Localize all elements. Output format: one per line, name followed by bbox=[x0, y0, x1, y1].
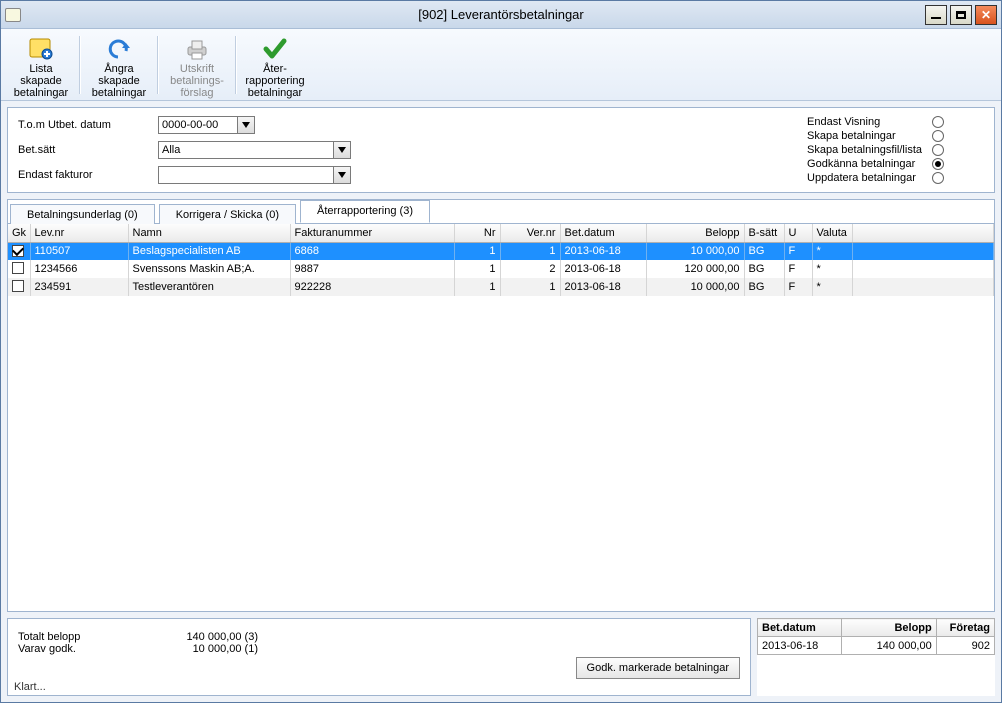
list-payments-button[interactable]: Lista skapade betalningar bbox=[5, 32, 77, 98]
row-checkbox[interactable] bbox=[12, 245, 24, 257]
table-row[interactable]: 110507 Beslagspecialisten AB 6868 1 1 20… bbox=[8, 242, 994, 260]
printer-icon bbox=[183, 37, 211, 61]
toolbar-separator bbox=[157, 36, 159, 94]
payments-table-wrap: Gk Lev.nr Namn Fakturanummer Nr Ver.nr B… bbox=[8, 224, 994, 611]
maximize-button[interactable] bbox=[950, 5, 972, 25]
endast-fakturor-label: Endast fakturor bbox=[18, 169, 158, 181]
option-skapa-fil-label: Skapa betalningsfil/lista bbox=[807, 144, 922, 156]
col-bsatt[interactable]: B-sätt bbox=[744, 224, 784, 242]
col-vernr[interactable]: Ver.nr bbox=[500, 224, 560, 242]
tom-date-input[interactable] bbox=[158, 116, 238, 134]
tab-korrigera[interactable]: Korrigera / Skicka (0) bbox=[159, 204, 296, 224]
betsatt-dropdown-button[interactable] bbox=[333, 141, 351, 159]
col-nr[interactable]: Nr bbox=[454, 224, 500, 242]
bottom-panel: Totalt belopp 140 000,00 (3) Varav godk.… bbox=[7, 618, 995, 696]
minimize-button[interactable] bbox=[925, 5, 947, 25]
undo-payments-button[interactable]: Ångra skapade betalningar bbox=[83, 32, 155, 98]
row-checkbox[interactable] bbox=[12, 262, 24, 274]
toolbar-separator bbox=[79, 36, 81, 94]
tab-betalningsunderlag[interactable]: Betalningsunderlag (0) bbox=[10, 204, 155, 224]
undo-icon bbox=[105, 37, 133, 61]
filter-panel: T.o.m Utbet. datum Bet.sätt Endast faktu… bbox=[7, 107, 995, 193]
row-checkbox[interactable] bbox=[12, 280, 24, 292]
option-skapa-betalningar-radio[interactable] bbox=[932, 130, 944, 142]
col-belopp[interactable]: Belopp bbox=[646, 224, 744, 242]
option-endast-visning-label: Endast Visning bbox=[807, 116, 922, 128]
godk-value: 10 000,00 (1) bbox=[178, 643, 298, 655]
side-col-foretag[interactable]: Företag bbox=[936, 619, 994, 637]
tabs-panel: Betalningsunderlag (0) Korrigera / Skick… bbox=[7, 199, 995, 612]
tab-aterrapportering[interactable]: Återrapportering (3) bbox=[300, 200, 430, 223]
option-godkanna-label: Godkänna betalningar bbox=[807, 158, 922, 170]
total-value: 140 000,00 (3) bbox=[178, 631, 298, 643]
betsatt-label: Bet.sätt bbox=[18, 144, 158, 156]
options-group: Endast Visning Skapa betalningar Skapa b… bbox=[807, 116, 984, 184]
list-icon bbox=[27, 37, 55, 61]
approve-marked-button[interactable]: Godk. markerade betalningar bbox=[576, 657, 740, 679]
titlebar: [902] Leverantörsbetalningar ✕ bbox=[1, 1, 1001, 29]
option-godkanna-radio[interactable] bbox=[932, 158, 944, 170]
toolbar: Lista skapade betalningar Ångra skapade … bbox=[1, 29, 1001, 101]
side-summary-table: Bet.datum Belopp Företag 2013-06-18 140 … bbox=[757, 618, 995, 655]
window-controls: ✕ bbox=[922, 5, 997, 25]
report-back-button[interactable]: Åter- rapportering betalningar bbox=[239, 32, 311, 98]
tom-date-dropdown-button[interactable] bbox=[237, 116, 255, 134]
toolbar-separator bbox=[235, 36, 237, 94]
endast-fakturor-input[interactable] bbox=[158, 166, 334, 184]
window-title: [902] Leverantörsbetalningar bbox=[1, 7, 1001, 22]
col-levnr[interactable]: Lev.nr bbox=[30, 224, 128, 242]
option-uppdatera-radio[interactable] bbox=[932, 172, 944, 184]
betsatt-input[interactable] bbox=[158, 141, 334, 159]
filter-left: T.o.m Utbet. datum Bet.sätt Endast faktu… bbox=[18, 116, 358, 184]
total-label: Totalt belopp bbox=[18, 631, 178, 643]
check-icon bbox=[261, 37, 289, 61]
table-row[interactable]: 1234566 Svenssons Maskin AB;A. 9887 1 2 … bbox=[8, 260, 994, 278]
col-fakturanummer[interactable]: Fakturanummer bbox=[290, 224, 454, 242]
window: [902] Leverantörsbetalningar ✕ Lista ska… bbox=[0, 0, 1002, 703]
godk-label: Varav godk. bbox=[18, 643, 178, 655]
side-col-betdatum[interactable]: Bet.datum bbox=[758, 619, 842, 637]
summary-panel: Totalt belopp 140 000,00 (3) Varav godk.… bbox=[7, 618, 751, 696]
endast-fakturor-dropdown-button[interactable] bbox=[333, 166, 351, 184]
tab-strip: Betalningsunderlag (0) Korrigera / Skick… bbox=[8, 200, 994, 224]
col-namn[interactable]: Namn bbox=[128, 224, 290, 242]
tom-date-label: T.o.m Utbet. datum bbox=[18, 119, 158, 131]
table-header-row: Gk Lev.nr Namn Fakturanummer Nr Ver.nr B… bbox=[8, 224, 994, 242]
chevron-down-icon bbox=[338, 172, 346, 178]
status-text: Klart... bbox=[14, 681, 46, 693]
option-endast-visning-radio[interactable] bbox=[932, 116, 944, 128]
col-betdatum[interactable]: Bet.datum bbox=[560, 224, 646, 242]
col-filler bbox=[852, 224, 994, 242]
option-uppdatera-label: Uppdatera betalningar bbox=[807, 172, 922, 184]
close-button[interactable]: ✕ bbox=[975, 5, 997, 25]
side-col-belopp[interactable]: Belopp bbox=[842, 619, 936, 637]
col-valuta[interactable]: Valuta bbox=[812, 224, 852, 242]
option-skapa-fil-radio[interactable] bbox=[932, 144, 944, 156]
col-gk[interactable]: Gk bbox=[8, 224, 30, 242]
payments-table: Gk Lev.nr Namn Fakturanummer Nr Ver.nr B… bbox=[8, 224, 994, 296]
chevron-down-icon bbox=[338, 147, 346, 153]
content-area: T.o.m Utbet. datum Bet.sätt Endast faktu… bbox=[1, 101, 1001, 702]
table-row[interactable]: 234591 Testleverantören 922228 1 1 2013-… bbox=[8, 278, 994, 296]
side-summary-panel: Bet.datum Belopp Företag 2013-06-18 140 … bbox=[757, 618, 995, 696]
col-u[interactable]: U bbox=[784, 224, 812, 242]
option-skapa-betalningar-label: Skapa betalningar bbox=[807, 130, 922, 142]
side-table-row[interactable]: 2013-06-18 140 000,00 902 bbox=[758, 637, 995, 655]
print-proposal-button: Utskrift betalnings- förslag bbox=[161, 32, 233, 98]
chevron-down-icon bbox=[242, 122, 250, 128]
